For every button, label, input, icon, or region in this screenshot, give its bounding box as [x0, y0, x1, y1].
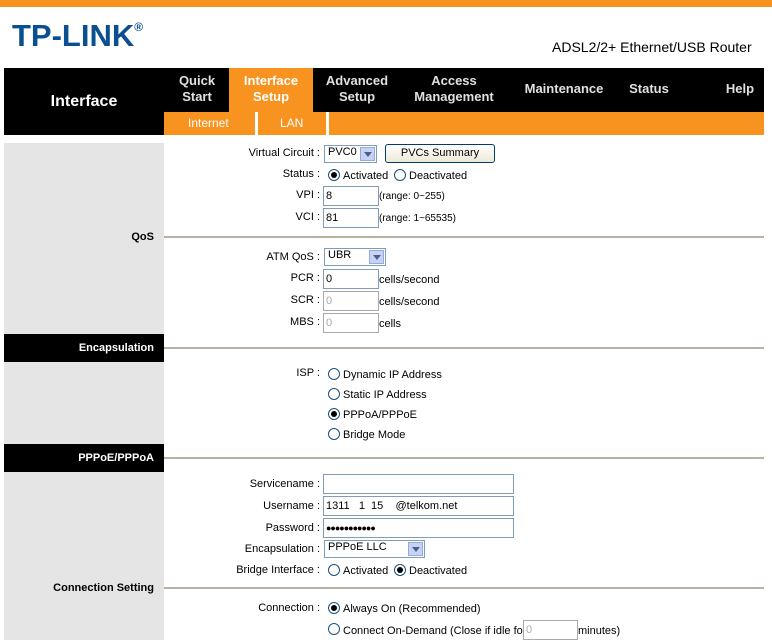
tab-label: Start: [182, 89, 212, 104]
vpi-label: VPI :: [296, 189, 320, 201]
section-divider: [164, 236, 764, 238]
tab-label: Setup: [338, 89, 376, 104]
always-on-radio[interactable]: [328, 602, 340, 614]
status-activated-label: Activated: [343, 170, 389, 182]
scr-input[interactable]: 0: [323, 291, 379, 311]
isp-static-ip-radio[interactable]: [328, 388, 340, 400]
chevron-down-icon: [408, 542, 423, 556]
pppoe-section-label: PPPoE/PPPoA: [78, 452, 154, 464]
section-divider: [164, 587, 764, 589]
vci-label: VCI :: [295, 211, 320, 223]
on-demand-suffix: minutes): [578, 625, 621, 637]
tab-label: Quick: [178, 73, 216, 88]
isp-option-label: Bridge Mode: [343, 429, 406, 441]
bridge-deactivated-radio[interactable]: [394, 564, 406, 576]
password-input[interactable]: ●●●●●●●●●●●: [323, 518, 514, 538]
pcr-input[interactable]: 0: [323, 269, 379, 289]
servicename-input[interactable]: [323, 474, 514, 494]
tab-interface-setup[interactable]: Interface Setup: [229, 73, 313, 105]
status-deactivated-label: Deactivated: [409, 170, 468, 182]
section-divider: [164, 347, 764, 349]
pvcs-summary-button[interactable]: PVCs Summary: [385, 144, 495, 163]
servicename-label: Servicename :: [249, 478, 320, 490]
status-deactivated-radio[interactable]: [394, 169, 406, 181]
select-value: UBR: [328, 249, 352, 261]
tab-status[interactable]: Status: [620, 81, 678, 97]
virtual-circuit-label: Virtual Circuit :: [248, 147, 320, 159]
status-activated-radio[interactable]: [328, 169, 340, 181]
tab-label: Help: [725, 81, 755, 96]
on-demand-radio[interactable]: [328, 623, 340, 635]
tab-access-management[interactable]: Access Management: [406, 73, 502, 105]
vci-input[interactable]: 81: [323, 208, 379, 228]
isp-bridge-mode-radio[interactable]: [328, 428, 340, 440]
mbs-label: MBS :: [290, 316, 320, 328]
scr-unit: cells/second: [379, 296, 440, 308]
isp-pppoa-pppoe-radio[interactable]: [328, 408, 340, 420]
chevron-down-icon: [369, 250, 384, 264]
username-label: Username :: [263, 500, 320, 512]
router-model: ADSL2/2+ Ethernet/USB Router: [552, 39, 752, 55]
always-on-label: Always On (Recommended): [343, 603, 481, 615]
tab-quick-start[interactable]: Quick Start: [166, 73, 228, 105]
select-value: PPPoE LLC: [328, 541, 387, 553]
bridge-interface-label: Bridge Interface :: [236, 564, 320, 576]
isp-option-label: PPPoA/PPPoE: [343, 409, 417, 421]
atm-qos-select[interactable]: UBR: [324, 248, 386, 266]
on-demand-label: Connect On-Demand (Close if idle for: [343, 625, 527, 637]
username-input[interactable]: 1311 1 15 @telkom.net: [323, 496, 514, 516]
tp-link-logo: TP-LINK®: [12, 18, 144, 53]
vpi-input[interactable]: 8: [323, 186, 379, 206]
subtab-separator: [255, 112, 258, 135]
section-divider: [164, 457, 764, 459]
atm-qos-label: ATM QoS :: [266, 251, 320, 263]
isp-label: ISP :: [296, 367, 320, 379]
pcr-label: PCR :: [290, 272, 320, 284]
bridge-deactivated-label: Deactivated: [409, 565, 468, 577]
isp-option-label: Dynamic IP Address: [343, 369, 442, 381]
qos-section-label: QoS: [131, 231, 154, 243]
subtab-bar: [164, 112, 764, 135]
tab-label: Status: [629, 81, 669, 96]
connection-setting-section-label: Connection Setting: [53, 582, 154, 594]
pppoe-encapsulation-select[interactable]: PPPoE LLC: [324, 540, 425, 558]
idle-minutes-input[interactable]: 0: [523, 620, 578, 640]
subtab-internet[interactable]: Internet: [188, 116, 229, 130]
chevron-down-icon: [360, 147, 375, 161]
bridge-activated-radio[interactable]: [328, 564, 340, 576]
tab-label: Access: [431, 73, 477, 88]
subtab-lan[interactable]: LAN: [280, 116, 303, 130]
bridge-activated-label: Activated: [343, 565, 389, 577]
scr-label: SCR :: [290, 294, 320, 306]
mbs-unit: cells: [379, 318, 402, 330]
tab-label: Advanced: [325, 73, 389, 88]
pppoe-encapsulation-label: Encapsulation :: [244, 543, 320, 555]
status-label: Status :: [282, 168, 320, 180]
connection-label: Connection :: [258, 602, 320, 614]
sidebar-section-title: Interface: [4, 68, 164, 135]
tab-label: Management: [414, 89, 494, 104]
password-label: Password :: [265, 522, 320, 534]
mbs-input[interactable]: 0: [323, 313, 379, 333]
tab-label: Interface: [243, 73, 299, 88]
sidebar-title-label: Interface: [50, 93, 118, 110]
tab-label: Maintenance: [524, 81, 604, 96]
vci-range: (range: 1~65535): [379, 213, 457, 224]
tab-maintenance[interactable]: Maintenance: [512, 81, 616, 97]
tab-help[interactable]: Help: [714, 81, 766, 97]
select-value: PVC0: [328, 146, 357, 158]
tab-advanced-setup[interactable]: Advanced Setup: [316, 73, 398, 105]
pcr-unit: cells/second: [379, 274, 440, 286]
virtual-circuit-select[interactable]: PVC0: [324, 145, 377, 163]
isp-option-label: Static IP Address: [343, 389, 427, 401]
tab-label: Setup: [252, 89, 290, 104]
isp-dynamic-ip-radio[interactable]: [328, 368, 340, 380]
left-panel: [4, 143, 164, 640]
subtab-separator: [326, 112, 329, 135]
encapsulation-section-label: Encapsulation: [78, 342, 154, 354]
vpi-range: (range: 0~255): [379, 191, 445, 202]
top-accent-bar: [0, 0, 772, 7]
